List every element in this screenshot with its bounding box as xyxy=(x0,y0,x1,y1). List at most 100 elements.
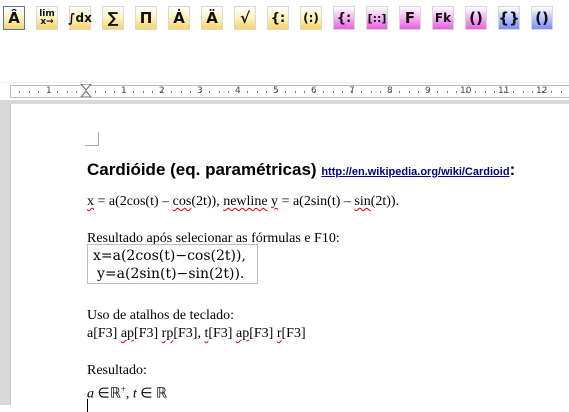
ruler-tick xyxy=(104,91,106,93)
text-run: ap xyxy=(235,326,250,341)
ruler-tick xyxy=(95,91,96,93)
symbol-a-hat-button[interactable]: Â xyxy=(3,6,25,30)
ruler-tick xyxy=(28,91,30,93)
parentheses-button[interactable]: () xyxy=(465,6,487,30)
a-hat-icon: Â xyxy=(8,8,20,27)
text-run: [F3], xyxy=(173,326,205,341)
ruler-tick xyxy=(142,91,144,93)
attribute-a-button[interactable]: Ȧ xyxy=(168,6,190,30)
ruler-tick xyxy=(465,91,467,93)
ruler-tick xyxy=(313,91,315,93)
ruler-tick xyxy=(190,91,191,93)
document-page[interactable]: Cardióide (eq. paramétricas) http://en.w… xyxy=(10,104,569,412)
text-run: y xyxy=(271,194,279,209)
shortcut-label: Uso de atalhos de teclado: xyxy=(87,308,234,323)
ruler-tick xyxy=(513,91,514,93)
brace-colon-button[interactable]: {: xyxy=(267,6,289,30)
ruler-tick xyxy=(199,91,201,93)
document-canvas: Cardióide (eq. paramétricas) http://en.w… xyxy=(0,100,569,412)
ruler-tick xyxy=(446,91,448,93)
attribute-a-dots-button[interactable]: Ä xyxy=(201,6,223,30)
parentheses-icon: () xyxy=(469,8,483,27)
ruler-tick xyxy=(161,91,163,93)
sum-icon: ∑ xyxy=(107,8,119,27)
text-run: , xyxy=(125,386,133,402)
paren-blue-button[interactable]: () xyxy=(531,6,553,30)
root-button[interactable]: √ xyxy=(234,6,256,30)
formula-line-1: x=a(2cos(t)−cos(2t)), xyxy=(93,248,246,264)
ruler-tick xyxy=(294,91,296,93)
ruler-tick xyxy=(342,91,343,93)
ruler-tick xyxy=(332,91,334,93)
margin-corner-mark xyxy=(85,132,99,146)
result2-formula: a ∈ℝ+, t ∈ ℝ xyxy=(87,381,167,403)
limits-button[interactable]: lim x→ xyxy=(36,6,58,30)
shortcut-line: a[F3] ap[F3] rp[F3], t[F3] ap[F3] r[F3] xyxy=(87,326,306,342)
formula-object[interactable]: x=a(2cos(t)−cos(2t)), y=a(2sin(t)−sin(2t… xyxy=(87,244,258,284)
text-run: newline xyxy=(223,194,268,209)
ruler-tick xyxy=(541,91,543,93)
ruler-tick xyxy=(133,91,134,93)
text-run: [F3] xyxy=(249,326,277,341)
ruler-tick xyxy=(180,91,182,93)
ruler-tick xyxy=(532,91,533,93)
ruler-tick xyxy=(361,91,362,93)
font-f-icon: F xyxy=(404,8,416,27)
text-cursor xyxy=(87,399,88,412)
ruler-track: 1 1 2 3 4 5 6 7 8 9 10 11 12 xyxy=(10,85,569,98)
text-run: ∈ℝ xyxy=(94,386,121,402)
product-button[interactable]: Π xyxy=(135,6,157,30)
ruler-tick xyxy=(494,91,495,93)
braces-blue-button[interactable]: {} xyxy=(498,6,520,30)
a-umlaut-icon: Ä xyxy=(206,8,218,27)
text-run: [F3] xyxy=(208,326,236,341)
text-run: ap xyxy=(120,326,135,341)
toolbar-spacer xyxy=(0,40,569,82)
ruler-tick xyxy=(57,91,58,93)
brace-pink-button[interactable]: {: xyxy=(333,6,355,30)
text-run: [F3] xyxy=(281,326,306,341)
formula-line-2: y=a(2sin(t)−sin(2t)). xyxy=(97,266,245,282)
ruler-tick xyxy=(380,91,381,93)
brace-icon: {: xyxy=(336,10,352,26)
ruler-tick xyxy=(152,91,153,93)
ruler-tick xyxy=(351,91,353,93)
ruler-tick xyxy=(456,91,457,93)
heading-text: Cardióide (eq. paramétricas) xyxy=(87,160,317,179)
ruler-tick xyxy=(218,91,220,93)
ruler-tick xyxy=(323,91,324,93)
ruler-tick xyxy=(551,91,552,93)
text-run: (2t)), xyxy=(191,194,224,209)
horizontal-ruler[interactable]: 1 1 2 3 4 5 6 7 8 9 10 11 12 xyxy=(0,82,569,101)
ruler-tick xyxy=(427,91,429,93)
matrix-icon: [::] xyxy=(367,11,387,25)
ruler-tick xyxy=(237,91,239,93)
paren-colon-button[interactable]: (:) xyxy=(300,6,322,30)
indent-marker-icon[interactable] xyxy=(80,84,92,97)
root-icon: √ xyxy=(239,8,250,27)
a-dot-icon: Ȧ xyxy=(173,8,185,27)
ruler-tick xyxy=(171,91,172,93)
ruler-tick xyxy=(475,91,476,93)
font-f-button[interactable]: F xyxy=(399,6,421,30)
text-run: a xyxy=(87,386,94,402)
matrix-pink-button[interactable]: [::] xyxy=(366,6,388,30)
ruler-tick xyxy=(76,91,77,93)
braces-icon: {} xyxy=(498,8,520,27)
text-run: cos xyxy=(172,194,192,209)
ruler-tick xyxy=(304,91,305,93)
ruler-tick xyxy=(266,91,267,93)
integral-icon: ∫dx xyxy=(68,11,92,25)
ruler-tick xyxy=(247,91,248,93)
brace-colon-icon: {: xyxy=(270,10,286,26)
text-run: sin xyxy=(354,194,371,209)
ruler-tick xyxy=(285,91,286,93)
wikipedia-link[interactable]: http://en.wikipedia.org/wiki/Cardioid xyxy=(321,166,509,178)
ruler-tick xyxy=(522,91,524,93)
integral-button[interactable]: ∫dx xyxy=(68,6,92,30)
ruler-tick xyxy=(66,91,68,93)
paren-colon-icon: (:) xyxy=(303,11,319,25)
sum-button[interactable]: ∑ xyxy=(102,6,124,30)
font-fk-button[interactable]: Fk xyxy=(432,6,454,30)
text-run: = a(2sin(t) – xyxy=(278,194,355,209)
